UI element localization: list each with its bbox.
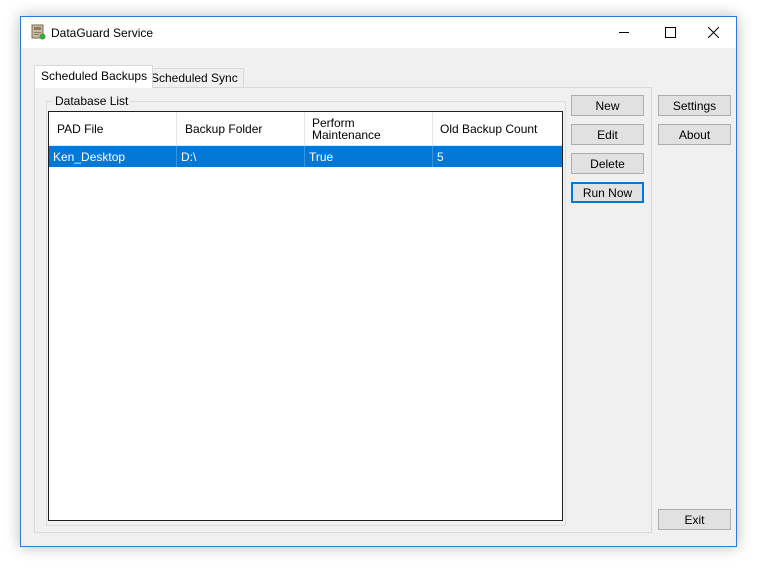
- minimize-icon: [618, 32, 629, 33]
- column-header-label: Backup Folder: [185, 122, 263, 136]
- database-listview[interactable]: PAD File Backup Folder Perform Maintenan…: [48, 111, 563, 521]
- cell-perform-maintenance: True: [305, 146, 433, 167]
- close-icon: [707, 27, 719, 38]
- exit-button[interactable]: Exit: [658, 509, 731, 530]
- column-header-old-backup-count[interactable]: Old Backup Count: [433, 112, 562, 146]
- minimize-button[interactable]: [601, 17, 647, 48]
- listview-header: PAD File Backup Folder Perform Maintenan…: [49, 112, 562, 146]
- edit-button[interactable]: Edit: [571, 124, 644, 145]
- about-button[interactable]: About: [658, 124, 731, 145]
- column-header-backup-folder[interactable]: Backup Folder: [177, 112, 305, 146]
- new-button[interactable]: New: [571, 95, 644, 116]
- tab-scheduled-backups[interactable]: Scheduled Backups: [34, 65, 154, 88]
- column-header-label: Old Backup Count: [440, 122, 538, 136]
- column-header-pad-file[interactable]: PAD File: [49, 112, 177, 146]
- maximize-icon: [664, 27, 676, 38]
- maximize-button[interactable]: [647, 17, 693, 48]
- title-bar[interactable]: DataGuard Service: [21, 17, 736, 48]
- column-header-label: Perform Maintenance: [312, 116, 381, 142]
- delete-button[interactable]: Delete: [571, 153, 644, 174]
- cell-pad-file: Ken_Desktop: [49, 146, 177, 167]
- database-list-label: Database List: [53, 94, 131, 108]
- app-icon: [30, 24, 46, 40]
- table-row[interactable]: Ken_Desktop D:\ True 5: [49, 146, 562, 167]
- cell-old-backup-count: 5: [437, 149, 444, 164]
- cell-backup-folder: D:\: [177, 146, 305, 167]
- main-window: DataGuard Service Scheduled Backups Sche…: [20, 16, 737, 547]
- tab-panel-scheduled-backups: Database List PAD File Backup Folder Per…: [34, 87, 652, 533]
- settings-button[interactable]: Settings: [658, 95, 731, 116]
- close-button[interactable]: [690, 17, 736, 48]
- column-header-label: PAD File: [57, 122, 104, 136]
- window-title: DataGuard Service: [51, 26, 154, 40]
- run-now-button[interactable]: Run Now: [571, 182, 644, 203]
- tab-scheduled-sync[interactable]: Scheduled Sync: [144, 68, 244, 88]
- column-header-perform-maintenance[interactable]: Perform Maintenance: [305, 112, 433, 146]
